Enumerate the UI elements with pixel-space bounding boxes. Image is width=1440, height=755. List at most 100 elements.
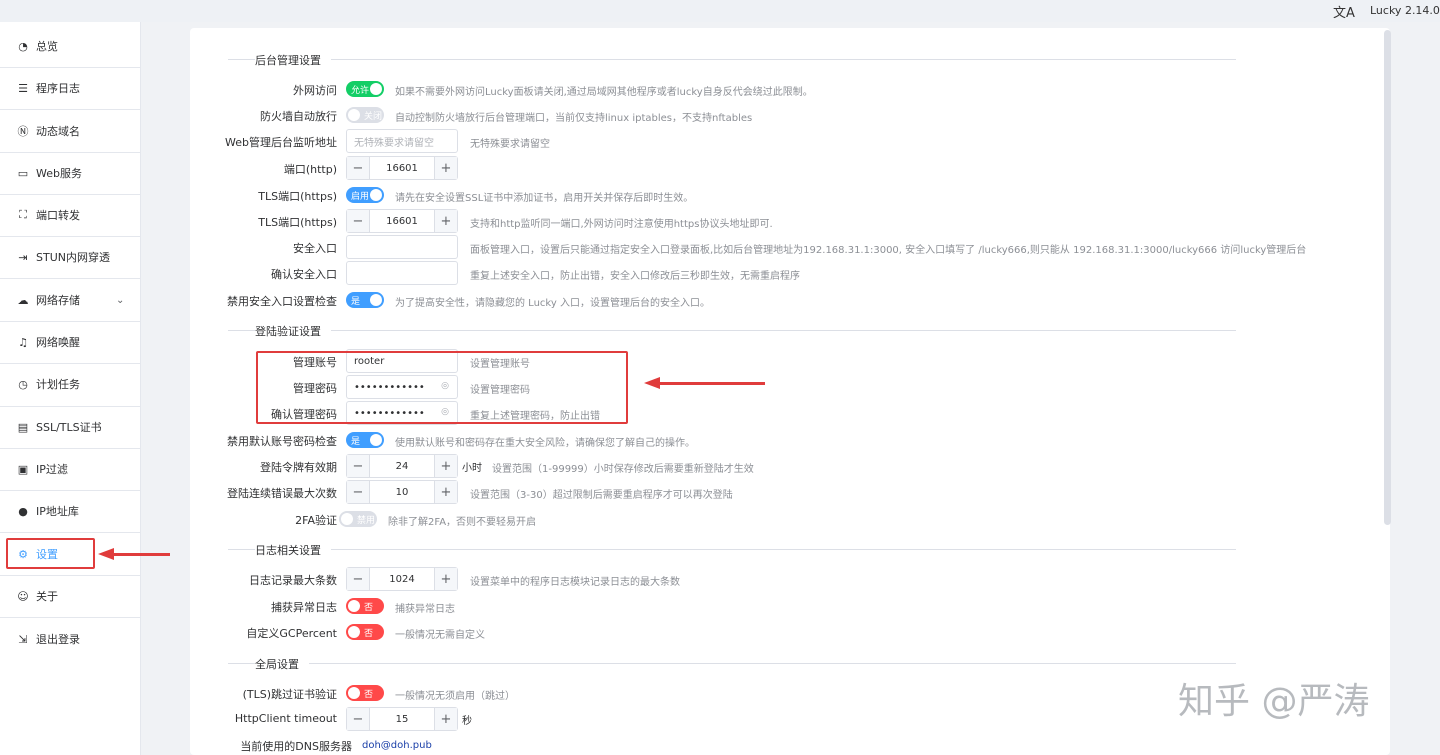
section-title: 登陆验证设置 xyxy=(255,323,331,339)
decrement-button[interactable]: − xyxy=(347,455,370,477)
stepper-value[interactable]: 15 xyxy=(370,708,434,730)
field-label: TLS端口(https) xyxy=(258,190,337,203)
field-hint: 无特殊要求请留空 xyxy=(470,139,550,150)
field-label: 登陆令牌有效期 xyxy=(260,461,337,474)
increment-button[interactable]: + xyxy=(434,481,457,503)
field-hint: 一般情况无需自定义 xyxy=(395,630,485,641)
sidebar-item-about[interactable]: ☺ 关于 xyxy=(0,575,140,617)
row-firewall: 防火墙自动放行 关闭 自动控制防火墙放行后台管理端口，当前仅支持linux ip… xyxy=(190,104,1380,126)
sidebar-item-ip-filter[interactable]: ▣ IP过滤 xyxy=(0,448,140,490)
switch-text: 否 xyxy=(364,690,374,700)
stepper-value[interactable]: 1024 xyxy=(370,568,434,590)
decrement-button[interactable]: − xyxy=(347,708,370,730)
decrement-button[interactable]: − xyxy=(347,157,370,179)
stepper-value[interactable]: 10 xyxy=(370,481,434,503)
increment-button[interactable]: + xyxy=(434,455,457,477)
dns-server-link[interactable]: doh@doh.pub xyxy=(362,740,432,751)
twofa-switch[interactable]: 禁用 xyxy=(339,511,377,527)
field-hint: 重复上述安全入口，防止出错，安全入口修改后三秒即生效，无需重启程序 xyxy=(470,271,800,282)
switch-text: 允许 xyxy=(351,86,370,96)
sidebar-item-web[interactable]: ▭ Web服务 xyxy=(0,152,140,194)
field-hint: 请先在安全设置SSL证书中添加证书，启用开关并保存后即时生效。 xyxy=(395,193,694,204)
annotation-arrow-settings xyxy=(98,548,170,560)
wan-access-switch[interactable]: 允许 xyxy=(346,81,384,97)
disable-default-check-switch[interactable]: 是 xyxy=(346,432,384,448)
stepper-value[interactable]: 16601 xyxy=(370,210,434,232)
token-ttl-stepper: −24 + xyxy=(346,454,458,478)
field-label: 自定义GCPercent xyxy=(246,627,337,640)
gc-percent-switch[interactable]: 否 xyxy=(346,624,384,640)
row-listen-addr: Web管理后台监听地址 无特殊要求请留空 无特殊要求请留空 xyxy=(190,129,1380,153)
increment-button[interactable]: + xyxy=(434,210,457,232)
sidebar-item-overview[interactable]: ◔ 总览 xyxy=(0,25,140,67)
sidebar-item-label: 总览 xyxy=(36,40,58,53)
switch-text: 关闭 xyxy=(364,112,383,122)
sidebar-item-logs[interactable]: ☰ 程序日志 xyxy=(0,67,140,109)
sidebar-item-label: STUN内网穿透 xyxy=(36,251,110,264)
disable-entry-check-switch[interactable]: 是 xyxy=(346,292,384,308)
row-token-ttl: 登陆令牌有效期 −24 + 小时 设置范围（1-99999）小时保存修改后需要重新登… xyxy=(190,454,1380,478)
section-login: 登陆验证设置 xyxy=(228,323,1236,339)
scrollbar[interactable] xyxy=(1384,30,1391,525)
capture-errors-switch[interactable]: 否 xyxy=(346,598,384,614)
row-max-records: 日志记录最大条数 −1024 + 设置菜单中的程序日志模块记录日志的最大条数 xyxy=(190,567,1380,591)
confirm-entry-input[interactable] xyxy=(346,261,458,285)
input-placeholder: 无特殊要求请留空 xyxy=(354,137,434,149)
row-wan-access: 外网访问 允许 如果不需要外网访问Lucky面板请关闭,通过局域网其他程序或者l… xyxy=(190,78,1380,100)
section-log: 日志相关设置 xyxy=(228,542,1236,558)
field-hint: 设置范围（1-99999）小时保存修改后需要重新登陆才生效 xyxy=(492,464,754,475)
safe-entry-input[interactable] xyxy=(346,235,458,259)
increment-button[interactable]: + xyxy=(434,568,457,590)
field-label: 安全入口 xyxy=(293,242,337,255)
sidebar-item-label: Web服务 xyxy=(36,167,82,180)
firewall-switch[interactable]: 关闭 xyxy=(346,107,384,123)
sidebar-item-label: IP过滤 xyxy=(36,463,68,476)
sidebar-item-ip-db[interactable]: ● IP地址库 xyxy=(0,490,140,532)
row-tls-switch: TLS端口(https) 启用 请先在安全设置SSL证书中添加证书，启用开关并保… xyxy=(190,184,1380,206)
field-label: 外网访问 xyxy=(293,84,337,97)
row-2fa: 2FA验证 禁用 除非了解2FA，否则不要轻易开启 xyxy=(190,508,1380,530)
row-disable-entry-check: 禁用安全入口设置检查 是 为了提高安全性，请隐藏您的 Lucky 入口，设置管理… xyxy=(190,289,1380,311)
field-label: 捕获异常日志 xyxy=(271,601,337,614)
translate-icon[interactable]: 文A xyxy=(1333,2,1355,21)
switch-text: 否 xyxy=(364,603,374,613)
annotation-box-credentials xyxy=(256,351,628,424)
field-hint: 设置范围（3-30）超过限制后需要重启程序才可以再次登陆 xyxy=(470,490,733,501)
field-label: 登陆连续错误最大次数 xyxy=(227,487,337,500)
field-label: 2FA验证 xyxy=(295,514,337,527)
decrement-button[interactable]: − xyxy=(347,210,370,232)
sidebar-item-storage[interactable]: ☁ 网络存储 ⌄ xyxy=(0,279,140,321)
listen-addr-input[interactable]: 无特殊要求请留空 xyxy=(346,129,458,153)
field-label: TLS端口(https) xyxy=(258,216,337,229)
tls-switch[interactable]: 启用 xyxy=(346,187,384,203)
switch-text: 是 xyxy=(351,297,361,307)
sidebar-item-ssl[interactable]: ▤ SSL/TLS证书 xyxy=(0,406,140,448)
sidebar-item-label: IP地址库 xyxy=(36,505,79,518)
field-label: 防火墙自动放行 xyxy=(260,110,337,123)
switch-text: 是 xyxy=(351,437,361,447)
decrement-button[interactable]: − xyxy=(347,481,370,503)
sidebar-item-wol[interactable]: ♫ 网络唤醒 xyxy=(0,321,140,363)
section-global: 全局设置 xyxy=(228,656,1236,672)
sidebar-item-ddns[interactable]: Ⓝ 动态域名 xyxy=(0,110,140,152)
section-admin: 后台管理设置 xyxy=(228,52,1236,68)
stepper-value[interactable]: 24 xyxy=(370,455,434,477)
decrement-button[interactable]: − xyxy=(347,568,370,590)
increment-button[interactable]: + xyxy=(434,157,457,179)
row-max-errors: 登陆连续错误最大次数 −10 + 设置范围（3-30）超过限制后需要重启程序才可以… xyxy=(190,480,1380,504)
watermark: 知乎 @严涛 xyxy=(1178,681,1370,722)
switch-text: 启用 xyxy=(351,192,370,202)
increment-button[interactable]: + xyxy=(434,708,457,730)
unit-label: 秒 xyxy=(462,715,472,727)
stepper-value[interactable]: 16601 xyxy=(370,157,434,179)
sidebar-item-logout[interactable]: ⇲ 退出登录 xyxy=(0,618,140,660)
sidebar-item-port-forward[interactable]: ⛶ 端口转发 xyxy=(0,194,140,236)
skip-tls-switch[interactable]: 否 xyxy=(346,685,384,701)
http-timeout-stepper: −15 + xyxy=(346,707,458,731)
tls-port-stepper: −16601 + xyxy=(346,209,458,233)
sidebar-item-cron[interactable]: ◷ 计划任务 xyxy=(0,363,140,405)
filter-icon: ▣ xyxy=(17,462,29,476)
section-title: 后台管理设置 xyxy=(255,52,331,68)
sidebar-item-stun[interactable]: ⇥ STUN内网穿透 xyxy=(0,236,140,278)
field-hint: 除非了解2FA，否则不要轻易开启 xyxy=(388,517,537,528)
